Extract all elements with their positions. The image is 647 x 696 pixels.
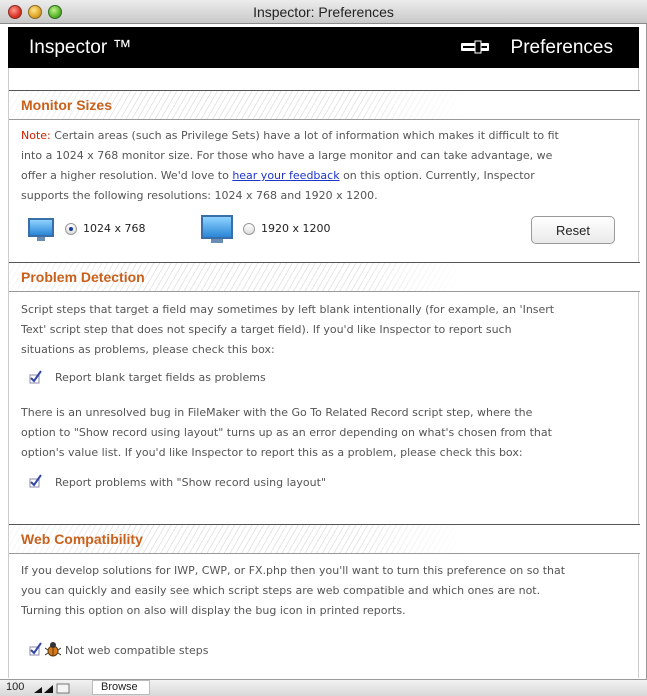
section-header-problem-detection: Problem Detection [9,262,640,292]
section-header-monitor-sizes: Monitor Sizes [9,90,640,120]
radio-label-1024x768: 1024 x 768 [83,222,146,235]
radio-label-1920x1200: 1920 x 1200 [261,222,331,235]
feedback-link[interactable]: hear your feedback [232,169,339,182]
section-title-problem-detection: Problem Detection [21,269,145,285]
app-title: Inspector ™ [29,37,132,58]
check-label-blank-target-fields: Report blank target fields as problems [55,371,266,384]
checkbox-web-compatible[interactable] [29,642,43,656]
mode-indicator[interactable]: Browse [92,680,150,695]
title-bar[interactable]: Inspector: Preferences [0,0,647,24]
monitor-large-icon [201,215,233,243]
radio-1920x1200[interactable] [243,223,255,235]
section-header-web-compatibility: Web Compatibility [9,524,640,554]
checkbox-show-record-layout[interactable] [29,474,43,488]
check-label-web-compatible: Not web compatible steps [65,644,209,657]
zoom-controls-icon[interactable] [33,683,83,694]
slider-icon [461,40,489,54]
problem-detection-description-1: Script steps that target a field may som… [21,303,555,356]
window-title: Inspector: Preferences [253,4,394,20]
bug-icon [45,642,61,657]
note-label: Note: [21,129,51,142]
monitor-sizes-description: Note: Certain areas (such as Privilege S… [21,129,559,202]
inspector-header: Inspector ™ Preferences [8,27,639,68]
radio-1024x768[interactable] [65,223,77,235]
section-title-monitor-sizes: Monitor Sizes [21,97,113,113]
problem-detection-description-2: There is an unresolved bug in FileMaker … [21,406,552,459]
preferences-content: Monitor Sizes Note: Certain areas (such … [8,68,640,678]
zoom-level[interactable]: 100 [6,681,24,693]
reset-button[interactable]: Reset [531,216,615,244]
web-compatibility-description: If you develop solutions for IWP, CWP, o… [21,564,566,617]
status-bar: 100 Browse [0,679,647,696]
check-label-show-record-layout: Report problems with "Show record using … [55,476,326,489]
preferences-window: Inspector: Preferences Inspector ™ Prefe… [0,0,647,696]
section-title-web-compatibility: Web Compatibility [21,531,143,547]
checkbox-blank-target-fields[interactable] [29,370,43,384]
monitor-icon [28,218,54,241]
preferences-label: Preferences [510,37,613,58]
